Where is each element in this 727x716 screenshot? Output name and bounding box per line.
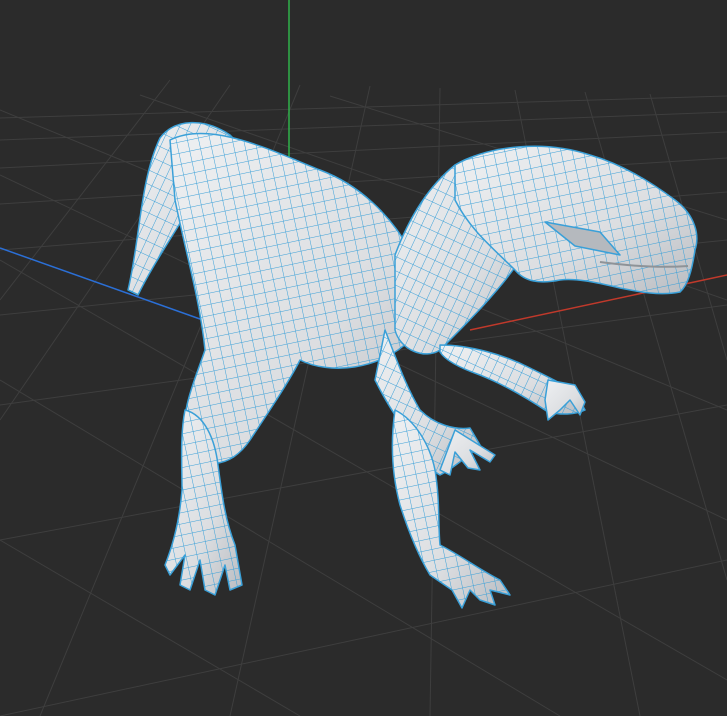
3d-viewport[interactable] (0, 0, 727, 716)
viewport-canvas[interactable] (0, 0, 727, 716)
